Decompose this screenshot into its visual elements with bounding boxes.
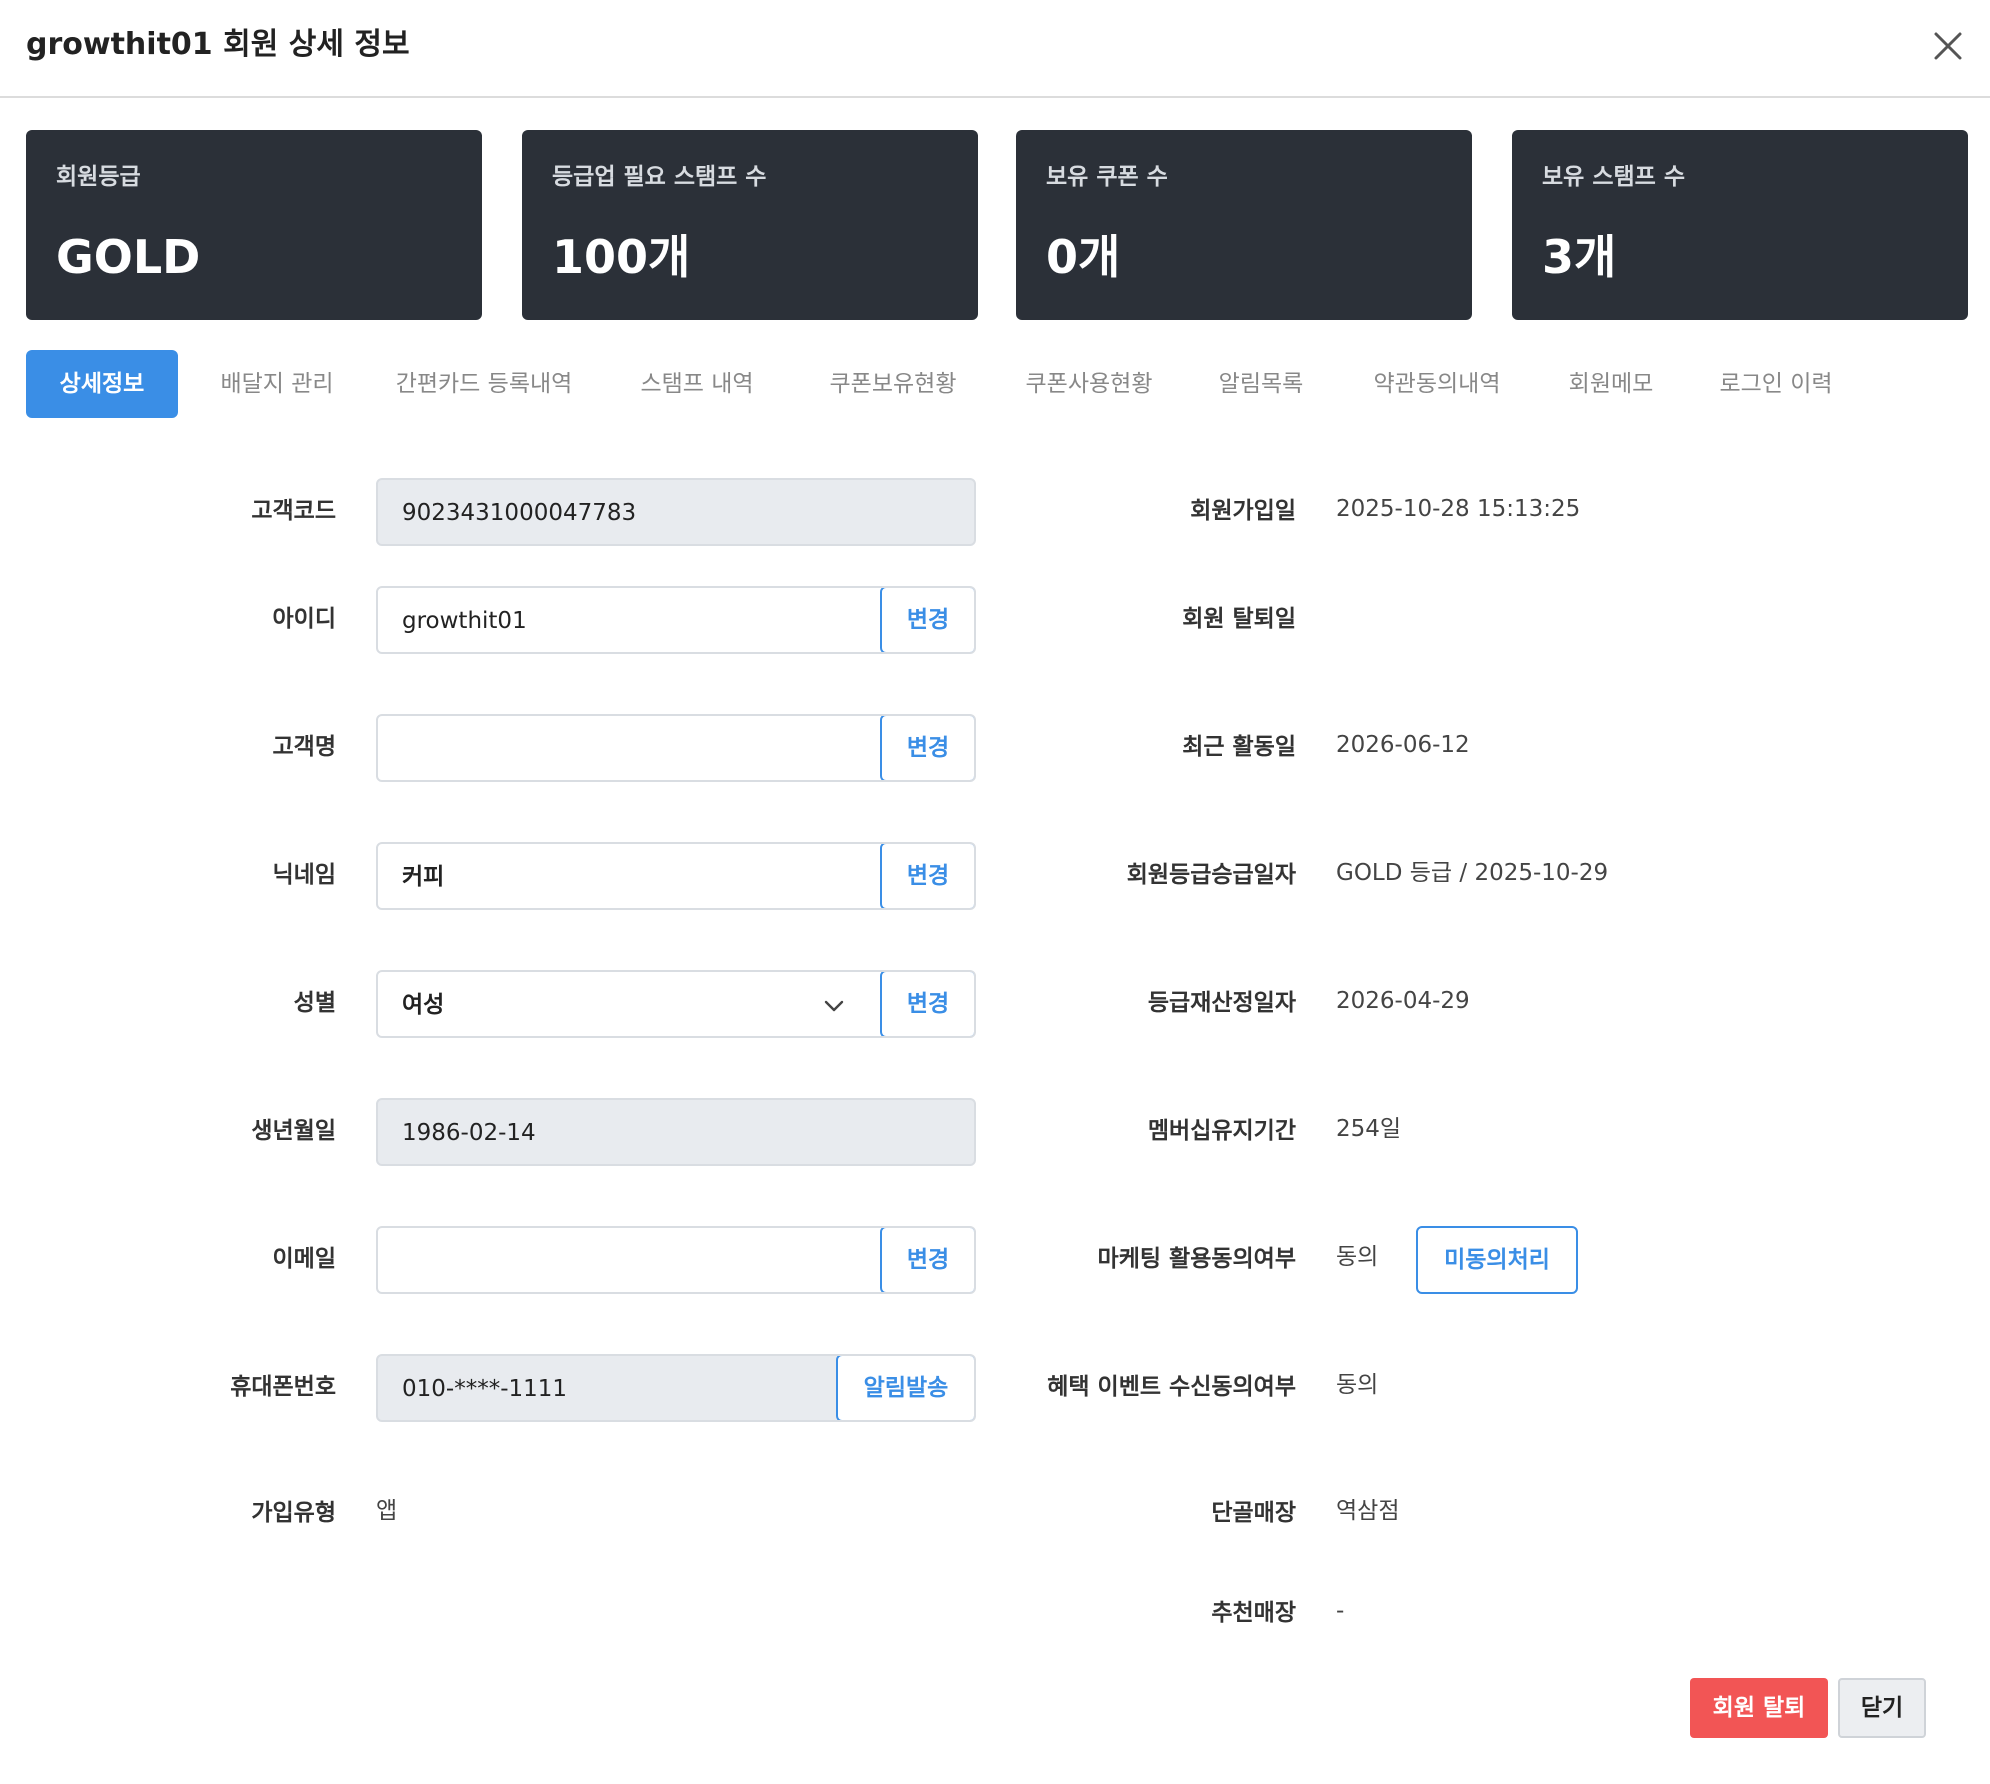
label-recommend-store: 추천매장 xyxy=(1211,1600,1296,1626)
label-birthdate: 생년월일 xyxy=(251,1118,336,1144)
withdraw-member-button[interactable]: 회원 탈퇴 xyxy=(1690,1678,1828,1738)
user-id-value: growthit01 xyxy=(402,608,527,634)
label-favorite-store: 단골매장 xyxy=(1211,1500,1296,1526)
label-join-date: 회원가입일 xyxy=(1190,498,1296,524)
signup-type-value: 앱 xyxy=(376,1498,398,1524)
label-last-active: 최근 활동일 xyxy=(1182,734,1296,760)
marketing-consent-value: 동의 xyxy=(1336,1244,1379,1270)
favorite-store-value: 역삼점 xyxy=(1336,1498,1400,1524)
gender-value: 여성 xyxy=(402,992,445,1018)
label-benefit-event-consent: 혜택 이벤트 수신동의여부 xyxy=(1047,1374,1296,1400)
grade-recalc-date-value: 2026-04-29 xyxy=(1336,988,1470,1014)
member-detail-modal: growthit01 회원 상세 정보 회원등급 GOLD 등급업 필요 스탬프… xyxy=(0,0,1990,1784)
label-grade-up-date: 회원등급승급일자 xyxy=(1126,862,1296,888)
nickname-value: 커피 xyxy=(402,864,445,890)
label-nickname: 닉네임 xyxy=(272,862,336,888)
label-email: 이메일 xyxy=(272,1246,336,1272)
label-phone: 휴대폰번호 xyxy=(230,1374,336,1400)
close-button[interactable]: 닫기 xyxy=(1838,1678,1926,1738)
benefit-event-consent-value: 동의 xyxy=(1336,1372,1379,1398)
membership-period-value: 254일 xyxy=(1336,1116,1402,1142)
label-gender: 성별 xyxy=(293,990,336,1016)
join-date-value: 2025-10-28 15:13:25 xyxy=(1336,496,1581,522)
recommend-store-value: - xyxy=(1336,1598,1345,1624)
label-signup-type: 가입유형 xyxy=(251,1500,336,1526)
label-withdraw-date: 회원 탈퇴일 xyxy=(1182,606,1296,632)
label-customer-name: 고객명 xyxy=(272,734,336,760)
phone-value: 010-****-1111 xyxy=(402,1376,568,1402)
label-grade-recalc-date: 등급재산정일자 xyxy=(1147,990,1296,1016)
marketing-decline-button[interactable]: 미동의처리 xyxy=(1416,1226,1578,1294)
chevron-down-icon[interactable] xyxy=(820,992,848,1020)
customer-code-value: 9023431000047783 xyxy=(402,500,637,526)
last-active-value: 2026-06-12 xyxy=(1336,732,1470,758)
grade-up-date-value: GOLD 등급 / 2025-10-29 xyxy=(1336,860,1609,886)
label-user-id: 아이디 xyxy=(272,606,336,632)
label-marketing-consent: 마케팅 활용동의여부 xyxy=(1097,1246,1296,1272)
label-customer-code: 고객코드 xyxy=(251,498,336,524)
label-membership-period: 멤버십유지기간 xyxy=(1147,1118,1296,1144)
detail-form: 고객코드 9023431000047783 회원가입일 2025-10-28 1… xyxy=(0,0,1990,1784)
birthdate-value: 1986-02-14 xyxy=(402,1120,536,1146)
